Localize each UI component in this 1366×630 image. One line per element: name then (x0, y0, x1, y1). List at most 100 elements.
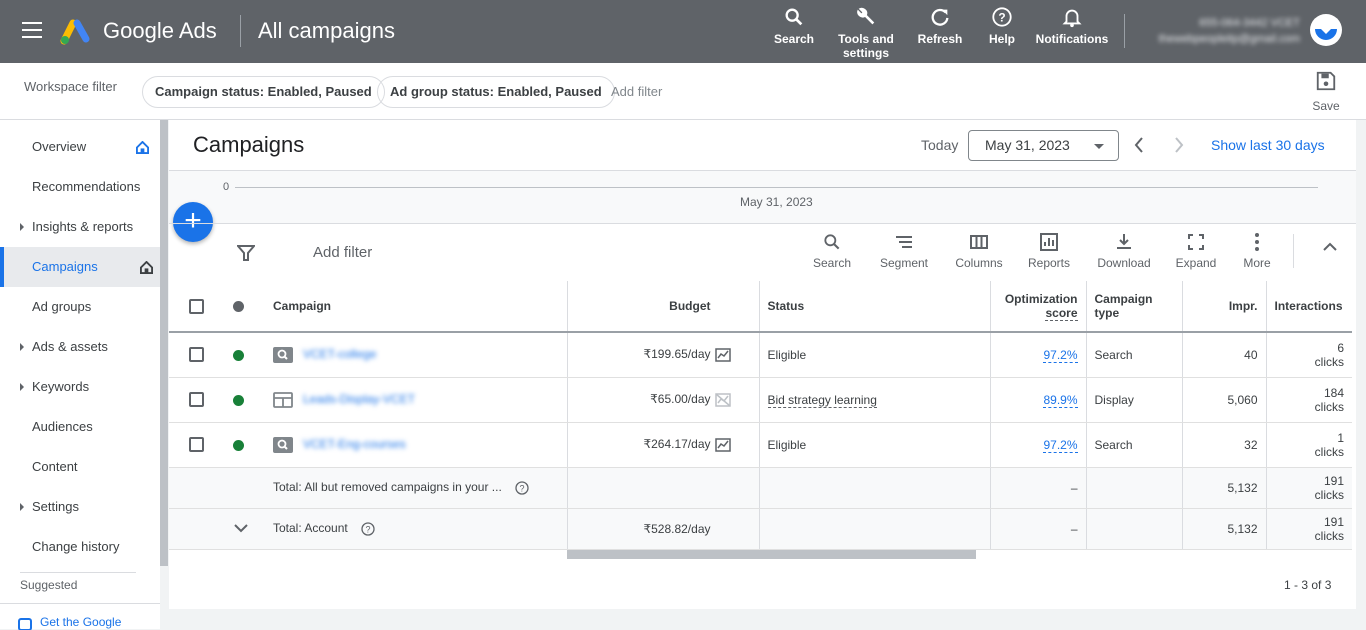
chart-disabled-icon[interactable] (714, 393, 731, 407)
chevron-left-icon[interactable] (1133, 136, 1145, 154)
top-bar: Google Ads All campaigns Search Tools an… (0, 0, 1366, 63)
ad-group-status-chip[interactable]: Ad group status: Enabled, Paused (377, 76, 615, 108)
enabled-status-icon[interactable] (233, 439, 244, 451)
horizontal-scrollbar[interactable] (567, 550, 976, 559)
campaigns-table: Campaign Budget Status Optimization score… (169, 281, 1352, 550)
get-app-link[interactable]: Get the Google (0, 603, 160, 630)
sidebar-item-keywords[interactable]: Keywords (0, 367, 160, 407)
campaign-name-link[interactable]: VCET-Eng-courses (303, 437, 406, 451)
sidebar-item-label: Content (32, 459, 78, 474)
toolbar-download-button[interactable]: Download (1093, 232, 1155, 270)
optimization-score-link[interactable]: 97.2% (1043, 437, 1078, 453)
optimization-score-link[interactable]: 97.2% (1043, 347, 1078, 363)
total-impr: 5,132 (1181, 508, 1266, 550)
toolbar-label: Search (812, 256, 852, 270)
notifications-button[interactable]: Notifications (1034, 6, 1110, 46)
col-budget[interactable]: Budget (566, 281, 759, 333)
svg-text:?: ? (998, 11, 1005, 25)
caret-right-icon (20, 223, 24, 231)
sidebar-item-overview[interactable]: Overview (0, 127, 160, 167)
chevron-down-icon[interactable] (233, 523, 249, 533)
col-interactions[interactable]: Interactions (1265, 281, 1352, 333)
row-checkbox[interactable] (189, 347, 204, 363)
toolbar-columns-button[interactable]: Columns (951, 232, 1007, 270)
sidebar-item-content[interactable]: Content (0, 447, 160, 487)
budget-value[interactable]: ₹264.17/day (643, 437, 710, 451)
tools-settings-button[interactable]: Tools and settings (836, 6, 896, 60)
pagination-info: 1 - 3 of 3 (1284, 578, 1332, 592)
search-icon (785, 8, 803, 26)
col-opt-score[interactable]: Optimization score (989, 281, 1086, 333)
chart-icon[interactable] (714, 438, 731, 452)
toolbar-segment-button[interactable]: Segment (876, 232, 932, 270)
budget-value[interactable]: ₹65.00/day (650, 392, 710, 406)
row-checkbox[interactable] (189, 437, 204, 453)
brand-name: Google Ads (103, 18, 217, 43)
optimization-score-link[interactable]: 89.9% (1043, 392, 1078, 408)
chart-icon[interactable] (714, 348, 731, 362)
campaign-name-link[interactable]: VCET-college (303, 347, 376, 361)
total-score: – (989, 467, 1086, 509)
campaign-name-link[interactable]: Leads-Display-VCET (303, 392, 415, 406)
budget-value[interactable]: ₹199.65/day (643, 347, 710, 361)
toolbar-reports-button[interactable]: Reports (1023, 232, 1075, 270)
enabled-status-icon[interactable] (233, 394, 244, 406)
chevron-up-icon[interactable] (1323, 242, 1337, 252)
table-row[interactable]: VCET-Eng-courses ₹264.17/day Eligible 97… (169, 422, 1352, 468)
select-all-checkbox[interactable] (189, 298, 204, 314)
sidebar-item-ads-assets[interactable]: Ads & assets (0, 327, 160, 367)
save-button[interactable]: Save (1310, 70, 1342, 113)
add-filter-input[interactable]: Add filter (313, 244, 372, 261)
search-button[interactable]: Search (772, 6, 816, 46)
status-dot-icon (233, 301, 244, 313)
sidebar-item-campaigns[interactable]: Campaigns (0, 247, 160, 287)
menu-icon[interactable] (22, 22, 42, 38)
table-row[interactable]: Leads-Display-VCET ₹65.00/day Bid strate… (169, 377, 1352, 423)
impr-value: 5,060 (1181, 377, 1266, 423)
total-score: – (989, 508, 1086, 550)
row-checkbox[interactable] (189, 392, 204, 408)
interactions-unit: clicks (1314, 354, 1344, 369)
chevron-right-icon[interactable] (1173, 136, 1185, 154)
impr-value: 32 (1181, 422, 1266, 468)
refresh-button[interactable]: Refresh (915, 6, 965, 46)
col-campaign[interactable]: Campaign (265, 281, 567, 333)
toolbar-label: Reports (1027, 256, 1071, 270)
total-row-filtered: Total: All but removed campaigns in your… (169, 467, 1352, 509)
filter-icon[interactable] (237, 244, 255, 262)
toolbar-more-button[interactable]: More (1237, 232, 1277, 270)
sidebar-item-ad-groups[interactable]: Ad groups (0, 287, 160, 327)
campaign-status-chip[interactable]: Campaign status: Enabled, Paused (142, 76, 385, 108)
help-icon[interactable]: ? (515, 481, 529, 495)
help-icon[interactable]: ? (361, 522, 375, 536)
account-info[interactable]: 655-064-3442 VCET thewebpeopleitp@gmail.… (1136, 15, 1300, 47)
sidebar-scrollbar[interactable] (160, 120, 168, 566)
col-campaign-type[interactable]: Campaign type (1085, 281, 1182, 333)
toolbar-expand-button[interactable]: Expand (1173, 232, 1219, 270)
sidebar-item-audiences[interactable]: Audiences (0, 407, 160, 447)
date-range-picker[interactable]: May 31, 2023 (968, 130, 1119, 161)
interactions-value: 6 (1337, 340, 1344, 355)
table-row[interactable]: VCET-college ₹199.65/day Eligible 97.2% … (169, 332, 1352, 378)
sidebar-item-insights-reports[interactable]: Insights & reports (0, 207, 160, 247)
workspace-filter-label: Workspace filter (24, 79, 117, 94)
sidebar-item-recommendations[interactable]: Recommendations (0, 167, 160, 207)
show-last-30-days-link[interactable]: Show last 30 days (1211, 137, 1325, 153)
toolbar-search-button[interactable]: Search (810, 232, 854, 270)
enabled-status-icon[interactable] (233, 350, 244, 362)
help-button[interactable]: ? Help (984, 6, 1020, 46)
interactions-unit: clicks (1314, 528, 1344, 543)
today-label: Today (921, 137, 959, 153)
sidebar-item-change-history[interactable]: Change history (0, 527, 160, 567)
status-value[interactable]: Bid strategy learning (767, 392, 877, 408)
col-status[interactable]: Status (758, 281, 990, 333)
sidebar-item-settings[interactable]: Settings (0, 487, 160, 527)
performance-chart: 0 May 31, 2023 (169, 171, 1356, 223)
avatar[interactable] (1310, 14, 1342, 46)
help-label: Help (988, 32, 1015, 46)
col-impr[interactable]: Impr. (1181, 281, 1266, 333)
add-filter-link[interactable]: Add filter (611, 84, 662, 99)
workspace-filter-bar: Workspace filter Campaign status: Enable… (0, 63, 1366, 120)
sidebar-item-label: Keywords (32, 379, 90, 394)
account-id: 655-064-3442 VCET (1199, 17, 1300, 29)
